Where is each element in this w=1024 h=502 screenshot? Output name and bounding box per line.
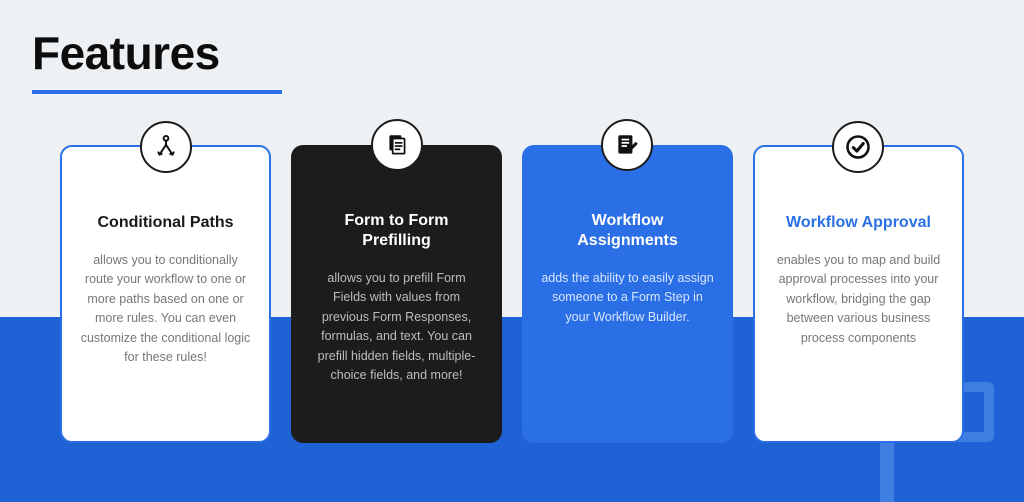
card-icon-circle (371, 119, 423, 171)
copy-doc-icon (384, 132, 410, 158)
card-body: enables you to map and build approval pr… (773, 251, 944, 348)
branch-icon (153, 134, 179, 160)
feature-card-workflow-approval: Workflow Approval enables you to map and… (753, 145, 964, 443)
title-underline (32, 90, 282, 94)
card-body: allows you to conditionally route your w… (80, 251, 251, 367)
card-icon-circle (601, 119, 653, 171)
card-body: adds the ability to easily assign someon… (540, 269, 715, 327)
card-title: Form to Form Prefilling (309, 211, 484, 251)
header: Features (0, 0, 1024, 94)
card-title: Workflow Assignments (540, 211, 715, 251)
edit-doc-icon (614, 132, 640, 158)
check-circle-icon (844, 133, 872, 161)
feature-card-workflow-assignments: Workflow Assignments adds the ability to… (522, 145, 733, 443)
card-title: Conditional Paths (80, 213, 251, 233)
feature-card-conditional-paths: Conditional Paths allows you to conditio… (60, 145, 271, 443)
feature-card-form-prefilling: Form to Form Prefilling allows you to pr… (291, 145, 502, 443)
card-icon-circle (140, 121, 192, 173)
card-body: allows you to prefill Form Fields with v… (309, 269, 484, 385)
page-title: Features (32, 26, 1024, 80)
feature-cards-row: Conditional Paths allows you to conditio… (0, 145, 1024, 443)
card-icon-circle (832, 121, 884, 173)
card-title: Workflow Approval (773, 213, 944, 233)
